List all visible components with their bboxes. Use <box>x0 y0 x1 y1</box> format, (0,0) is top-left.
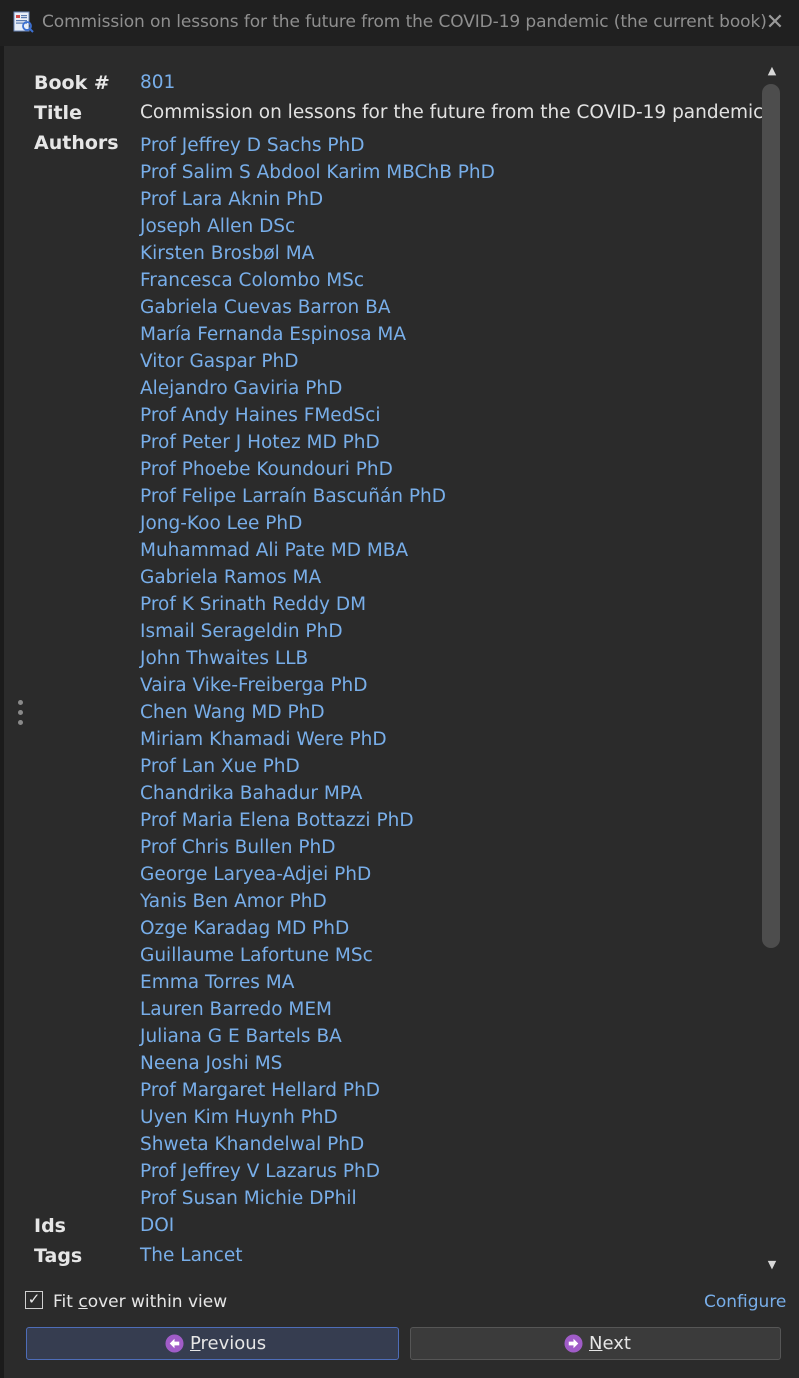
author-link[interactable]: Joseph Allen DSc <box>140 213 495 240</box>
previous-mnemonic: P <box>190 1333 201 1354</box>
fit-cover-label-post: over within view <box>87 1292 228 1312</box>
fit-cover-label-pre: Fit <box>53 1292 79 1312</box>
author-link[interactable]: Vaira Vike-Freiberga PhD <box>140 672 495 699</box>
arrow-right-icon <box>564 1334 583 1353</box>
author-link[interactable]: Chandrika Bahadur MPA <box>140 780 495 807</box>
title-value: Commission on lessons for the future fro… <box>140 102 764 123</box>
previous-label: Previous <box>190 1328 266 1359</box>
checkmark-icon: ✓ <box>27 1290 41 1308</box>
author-link[interactable]: Miriam Khamadi Were PhD <box>140 726 495 753</box>
author-link[interactable]: Chen Wang MD PhD <box>140 699 495 726</box>
close-icon[interactable]: ✕ <box>760 8 790 38</box>
book-details-window: Commission on lessons for the future fro… <box>0 0 799 1378</box>
ids-label: Ids <box>34 1215 66 1237</box>
author-link[interactable]: Muhammad Ali Pate MD MBA <box>140 537 495 564</box>
author-link[interactable]: Prof Lara Aknin PhD <box>140 186 495 213</box>
author-link[interactable]: Emma Torres MA <box>140 969 495 996</box>
ids-value[interactable]: DOI <box>140 1215 174 1236</box>
author-link[interactable]: Kirsten Brosbøl MA <box>140 240 495 267</box>
previous-label-rest: revious <box>200 1333 267 1354</box>
author-link[interactable]: Prof Maria Elena Bottazzi PhD <box>140 807 495 834</box>
author-link[interactable]: Juliana G E Bartels BA <box>140 1023 495 1050</box>
title-label: Title <box>34 102 82 124</box>
book-details-panel: Book # 801 Title Commission on lessons f… <box>0 70 764 1280</box>
scroll-down-icon[interactable]: ▼ <box>764 1258 780 1272</box>
author-link[interactable]: Vitor Gaspar PhD <box>140 348 495 375</box>
next-button[interactable]: Next <box>410 1327 781 1360</box>
author-link[interactable]: Alejandro Gaviria PhD <box>140 375 495 402</box>
book-number-label: Book # <box>34 72 110 94</box>
author-link[interactable]: Lauren Barredo MEM <box>140 996 495 1023</box>
fit-cover-checkbox[interactable]: ✓ <box>25 1291 43 1309</box>
author-link[interactable]: George Laryea-Adjei PhD <box>140 861 495 888</box>
authors-list: Prof Jeffrey D Sachs PhD Prof Salim S Abd… <box>140 132 495 1212</box>
configure-link[interactable]: Configure <box>704 1292 786 1312</box>
author-link[interactable]: Uyen Kim Huynh PhD <box>140 1104 495 1131</box>
previous-button[interactable]: Previous <box>26 1327 399 1360</box>
window-title: Commission on lessons for the future fro… <box>42 12 767 32</box>
tags-label: Tags <box>34 1245 83 1267</box>
author-link[interactable]: Prof Susan Michie DPhil <box>140 1185 495 1212</box>
author-link[interactable]: John Thwaites LLB <box>140 645 495 672</box>
author-link[interactable]: Prof Jeffrey D Sachs PhD <box>140 132 495 159</box>
author-link[interactable]: Prof Salim S Abdool Karim MBChB PhD <box>140 159 495 186</box>
author-link[interactable]: Francesca Colombo MSc <box>140 267 495 294</box>
author-link[interactable]: Prof Andy Haines FMedSci <box>140 402 495 429</box>
next-mnemonic: N <box>589 1333 603 1354</box>
author-link[interactable]: Prof Phoebe Koundouri PhD <box>140 456 495 483</box>
author-link[interactable]: Prof Peter J Hotez MD PhD <box>140 429 495 456</box>
authors-label: Authors <box>34 132 119 154</box>
author-link[interactable]: Neena Joshi MS <box>140 1050 495 1077</box>
next-label: Next <box>589 1328 631 1359</box>
calibre-book-icon <box>13 11 34 33</box>
next-label-rest: ext <box>602 1333 631 1354</box>
fit-cover-label[interactable]: Fit cover within view <box>53 1292 227 1312</box>
author-link[interactable]: Yanis Ben Amor PhD <box>140 888 495 915</box>
tags-value[interactable]: The Lancet <box>140 1245 242 1266</box>
author-link[interactable]: Prof Jeffrey V Lazarus PhD <box>140 1158 495 1185</box>
author-link[interactable]: María Fernanda Espinosa MA <box>140 321 495 348</box>
author-link[interactable]: Guillaume Lafortune MSc <box>140 942 495 969</box>
author-link[interactable]: Ismail Serageldin PhD <box>140 618 495 645</box>
author-link[interactable]: Prof Margaret Hellard PhD <box>140 1077 495 1104</box>
author-link[interactable]: Ozge Karadag MD PhD <box>140 915 495 942</box>
author-link[interactable]: Prof Chris Bullen PhD <box>140 834 495 861</box>
author-link[interactable]: Prof K Srinath Reddy DM <box>140 591 495 618</box>
author-link[interactable]: Prof Lan Xue PhD <box>140 753 495 780</box>
fit-cover-mnemonic: c <box>78 1292 88 1312</box>
author-link[interactable]: Gabriela Cuevas Barron BA <box>140 294 495 321</box>
scrollbar-thumb[interactable] <box>762 84 780 948</box>
book-number-value[interactable]: 801 <box>140 72 175 93</box>
author-link[interactable]: Gabriela Ramos MA <box>140 564 495 591</box>
title-bar: Commission on lessons for the future fro… <box>0 0 799 46</box>
author-link[interactable]: Prof Felipe Larraín Bascuñán PhD <box>140 483 495 510</box>
scroll-up-icon[interactable]: ▲ <box>764 64 780 78</box>
author-link[interactable]: Shweta Khandelwal PhD <box>140 1131 495 1158</box>
arrow-left-icon <box>165 1334 184 1353</box>
author-link[interactable]: Jong-Koo Lee PhD <box>140 510 495 537</box>
